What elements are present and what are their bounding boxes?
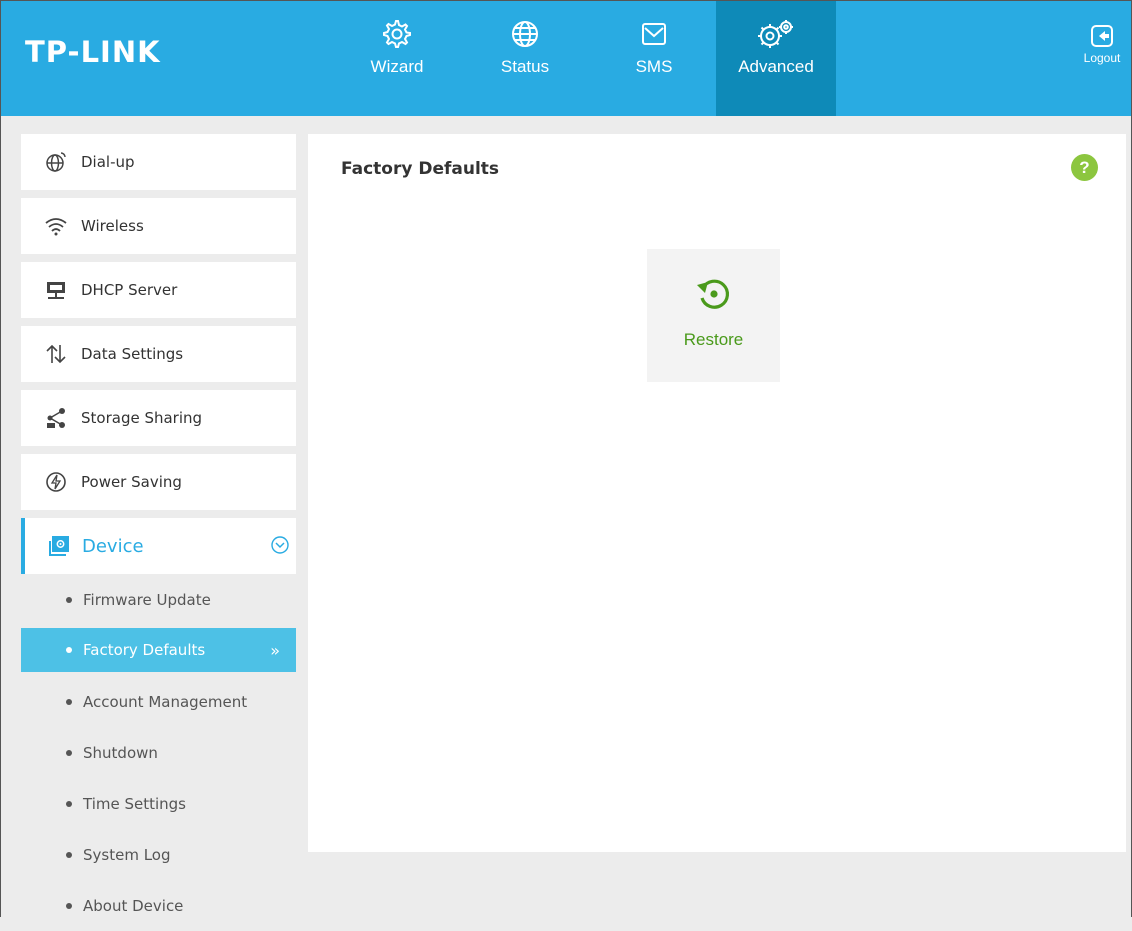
sidebar-item-device[interactable]: Device [21, 518, 296, 574]
bullet-icon [66, 902, 72, 909]
sidebar-item-label: Storage Sharing [81, 409, 203, 427]
sidebar-item-label: Data Settings [81, 345, 184, 363]
submenu-item-shutdown[interactable]: Shutdown [21, 727, 296, 778]
page-title: Factory Defaults [341, 159, 500, 179]
sidebar-item-wireless[interactable]: Wireless [21, 198, 296, 254]
double-chevron-right-icon: » [270, 640, 280, 660]
submenu-item-label: Factory Defaults [83, 641, 206, 659]
bullet-icon [66, 647, 72, 653]
sidebar-item-label: Dial-up [81, 153, 135, 171]
sidebar-item-label: Wireless [81, 217, 144, 235]
nav-status[interactable]: Status [475, 1, 575, 116]
logout-button[interactable]: Logout [1079, 23, 1125, 65]
sidebar-item-dhcp-server[interactable]: DHCP Server [21, 262, 296, 318]
sidebar-item-dial-up[interactable]: Dial-up [21, 134, 296, 190]
device-submenu: Firmware Update Factory Defaults » Accou… [21, 574, 296, 931]
sidebar-item-data-settings[interactable]: Data Settings [21, 326, 296, 382]
nav-wizard-label: Wizard [370, 57, 424, 76]
submenu-item-label: Account Management [83, 692, 248, 711]
bullet-icon [66, 596, 72, 603]
submenu-item-label: About Device [83, 896, 184, 915]
submenu-item-firmware-update[interactable]: Firmware Update [21, 574, 296, 625]
globe-dial-icon [44, 150, 68, 174]
globe-icon [512, 21, 538, 47]
submenu-item-time-settings[interactable]: Time Settings [21, 778, 296, 829]
submenu-item-label: Shutdown [83, 743, 158, 762]
submenu-item-system-log[interactable]: System Log [21, 829, 296, 880]
bullet-icon [66, 749, 72, 756]
wifi-icon [44, 214, 68, 238]
server-icon [44, 278, 68, 302]
nav-advanced-label: Advanced [738, 57, 814, 76]
logout-label: Logout [1083, 51, 1121, 65]
restore-label: Restore [683, 330, 744, 349]
sidebar: Dial-up Wireless DHCP Server Data Settin… [21, 134, 296, 931]
restore-button[interactable]: Restore [647, 249, 780, 382]
power-saving-icon [44, 470, 68, 494]
share-icon [44, 406, 68, 430]
nav-wizard[interactable]: Wizard [355, 1, 439, 116]
bullet-icon [66, 800, 72, 807]
nav-status-label: Status [500, 57, 550, 76]
submenu-item-label: Time Settings [83, 794, 187, 813]
main-panel: Factory Defaults ? Restore [308, 134, 1126, 852]
restore-icon [696, 279, 729, 309]
nav-sms[interactable]: SMS [601, 1, 707, 116]
envelope-icon [642, 23, 666, 45]
submenu-item-label: System Log [83, 845, 171, 864]
submenu-item-account-management[interactable]: Account Management [21, 676, 296, 727]
logout-icon [1091, 25, 1113, 47]
top-header: TP-LINK Wizard Status SMS Advanced Logou… [1, 1, 1131, 116]
submenu-item-factory-defaults[interactable]: Factory Defaults » [21, 628, 296, 672]
sidebar-item-power-saving[interactable]: Power Saving [21, 454, 296, 510]
submenu-item-label: Firmware Update [83, 590, 211, 609]
gears-icon [758, 20, 793, 48]
updown-arrows-icon [44, 342, 68, 366]
sidebar-item-device-label: Device [82, 535, 144, 557]
device-settings-icon [46, 534, 70, 558]
sidebar-item-label: DHCP Server [81, 281, 178, 299]
gear-icon [383, 20, 411, 48]
bullet-icon [66, 698, 72, 705]
bullet-icon [66, 851, 72, 858]
help-button[interactable]: ? [1071, 154, 1098, 181]
submenu-item-about-device[interactable]: About Device [21, 880, 296, 931]
chevron-down-icon[interactable] [270, 535, 290, 560]
nav-advanced[interactable]: Advanced [716, 1, 836, 116]
nav-sms-label: SMS [635, 57, 673, 76]
brand-logo: TP-LINK [25, 35, 161, 69]
sidebar-item-storage-sharing[interactable]: Storage Sharing [21, 390, 296, 446]
sidebar-item-label: Power Saving [81, 473, 182, 491]
